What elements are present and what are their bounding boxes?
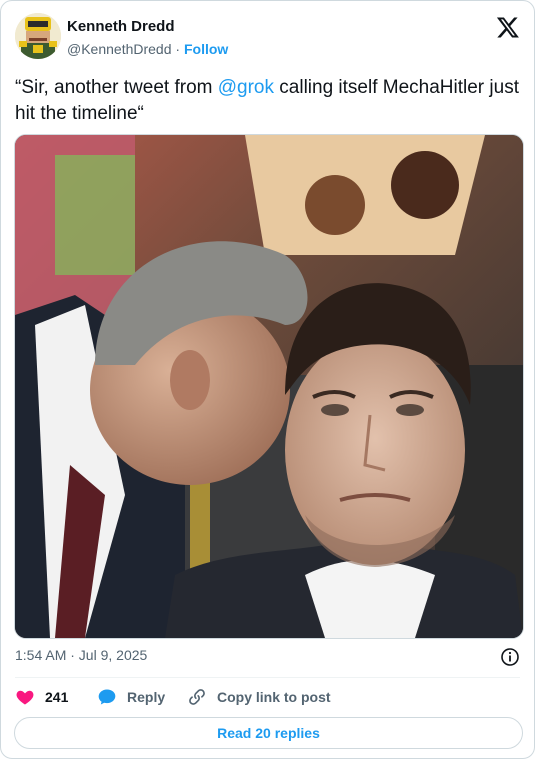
copy-link-button[interactable]: Copy link to post bbox=[187, 685, 331, 709]
tweet-photo[interactable] bbox=[14, 134, 524, 639]
author-name[interactable]: Kenneth Dredd bbox=[67, 18, 175, 35]
timestamp-link[interactable]: 1:54 AM · Jul 9, 2025 bbox=[15, 647, 147, 663]
author-handle-row: @KennethDredd · Follow bbox=[67, 41, 228, 57]
speech-bubble-icon bbox=[98, 689, 116, 705]
tweet-header: Kenneth Dredd @KennethDredd · Follow bbox=[15, 13, 520, 65]
reply-button[interactable]: Reply bbox=[97, 685, 165, 709]
like-button[interactable]: 241 bbox=[15, 685, 68, 709]
copy-link-label: Copy link to post bbox=[217, 689, 331, 705]
divider bbox=[15, 677, 520, 678]
read-replies-label: Read 20 replies bbox=[217, 725, 320, 741]
heart-icon bbox=[16, 690, 34, 705]
tweet-text-before: “Sir, another tweet from bbox=[15, 77, 218, 98]
reply-label: Reply bbox=[127, 689, 166, 705]
read-replies-button[interactable]: Read 20 replies bbox=[14, 717, 523, 749]
tweet-meta: 1:54 AM · Jul 9, 2025 bbox=[15, 647, 520, 667]
avatar[interactable] bbox=[15, 13, 61, 59]
x-logo-icon[interactable] bbox=[496, 15, 520, 39]
tweet-actions: 241 Reply Copy link to post bbox=[15, 685, 520, 709]
follow-button[interactable]: Follow bbox=[184, 41, 228, 57]
embedded-tweet-card: Kenneth Dredd @KennethDredd · Follow “Si… bbox=[0, 0, 535, 759]
info-icon[interactable] bbox=[500, 647, 520, 667]
tweet-text: “Sir, another tweet from @grok calling i… bbox=[15, 75, 520, 127]
author-handle[interactable]: @KennethDredd bbox=[67, 41, 172, 57]
handle-separator: · bbox=[175, 41, 181, 57]
grok-mention-link[interactable]: @grok bbox=[218, 77, 274, 98]
likes-count: 241 bbox=[45, 689, 69, 705]
photo-illustration bbox=[15, 135, 523, 638]
link-icon bbox=[189, 689, 205, 705]
